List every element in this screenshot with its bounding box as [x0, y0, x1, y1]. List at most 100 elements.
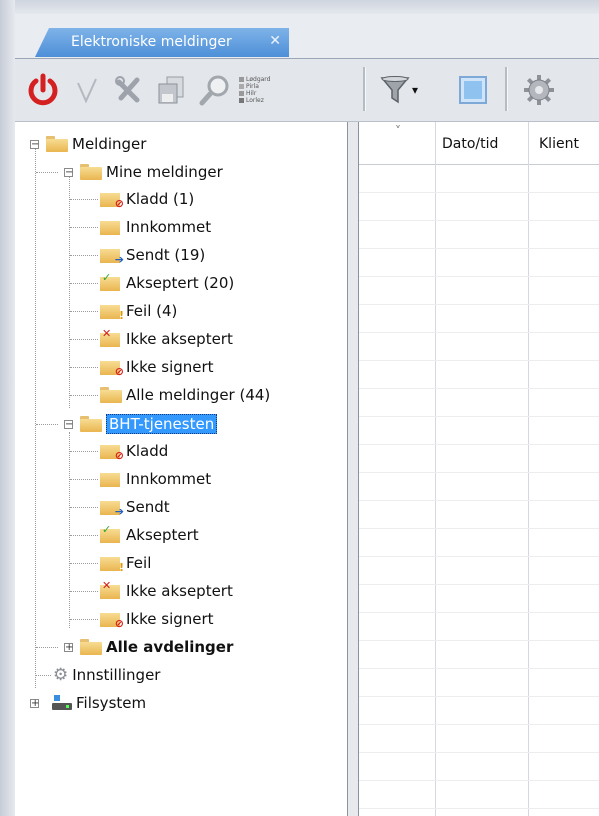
tree-node-kladd[interactable]: ⊘ Kladd: [70, 437, 168, 465]
message-grid: ˅ Dato/tid Klient: [359, 122, 599, 816]
tree-label: Feil (4): [126, 302, 178, 320]
tree-node-ikke-signert[interactable]: ⊘ Ikke signert: [70, 605, 214, 633]
tree-node-innstillinger[interactable]: ⚙ Innstillinger: [36, 661, 160, 689]
tree-node-ikke-signert[interactable]: ⊘ Ikke signert: [70, 353, 214, 381]
tree-node-bht-tjenesten[interactable]: − BHT-tjenesten: [36, 410, 218, 438]
empty-grid-row: [359, 556, 599, 557]
rejected-folder-icon: ✕: [100, 328, 122, 348]
tree-node-feil[interactable]: ! Feil: [70, 549, 152, 577]
tree-node-innkommet[interactable]: Innkommet: [70, 213, 212, 241]
pane-splitter[interactable]: [348, 122, 359, 816]
gear-icon: ⚙: [53, 665, 69, 685]
power-button[interactable]: [23, 71, 63, 109]
tree-label: Alle meldinger (44): [126, 386, 271, 404]
tree-node-kladd[interactable]: ⊘ Kladd (1): [70, 185, 194, 213]
toolbar-separator: [363, 67, 366, 111]
error-folder-icon: !: [100, 554, 124, 573]
tree-label: Akseptert: [126, 526, 199, 544]
save-icon: [158, 76, 184, 104]
tree-node-alle-meldinger[interactable]: Alle meldinger (44): [70, 381, 271, 409]
draft-folder-icon: ⊘: [100, 442, 124, 461]
empty-grid-row: [359, 304, 599, 305]
empty-grid-row: [359, 192, 599, 193]
tree-node-ikke-akseptert[interactable]: ✕ Ikke akseptert: [70, 577, 233, 605]
tree-label: Innkommet: [126, 218, 212, 236]
tree-node-innkommet[interactable]: Innkommet: [70, 465, 212, 493]
empty-grid-row: [359, 276, 599, 277]
tree-node-ikke-akseptert[interactable]: ✕ Ikke akseptert: [70, 325, 233, 353]
legend-button[interactable]: Lødgard Pirla Hilr Lorlez: [239, 71, 287, 109]
tree-label: Ikke akseptert: [126, 582, 233, 600]
tree-node-filsystem[interactable]: + Filsystem: [30, 689, 146, 717]
tree-label: Feil: [126, 554, 152, 572]
unsigned-folder-icon: ⊘: [100, 358, 124, 377]
tree-label: Ikke signert: [126, 610, 214, 628]
folder-icon: [80, 639, 102, 655]
view-button[interactable]: [453, 71, 493, 109]
tab-close-icon[interactable]: ✕: [269, 33, 281, 49]
empty-grid-row: [359, 780, 599, 781]
empty-grid-row: [359, 500, 599, 501]
toolbar: Lødgard Pirla Hilr Lorlez ▾: [15, 59, 599, 122]
legend-row: Pirla: [239, 83, 259, 90]
tree-node-akseptert[interactable]: ✓ Akseptert: [70, 521, 199, 549]
accepted-folder-icon: ✓: [100, 524, 122, 544]
tab-strip: Elektroniske meldinger ✕: [15, 14, 599, 59]
grid-header: ˅ Dato/tid Klient: [359, 122, 599, 165]
folder-icon: [46, 136, 68, 152]
expand-icon[interactable]: +: [64, 643, 73, 653]
folder-icon: [80, 164, 102, 180]
tree-label: Alle avdelinger: [106, 638, 234, 656]
column-header-klient[interactable]: Klient: [539, 136, 579, 152]
draft-folder-icon: ⊘: [100, 190, 124, 209]
empty-grid-row: [359, 752, 599, 753]
collapse-icon[interactable]: −: [64, 420, 73, 430]
sort-indicator-icon[interactable]: ˅: [395, 124, 401, 138]
tree-label: Ikke signert: [126, 358, 214, 376]
toolbar-separator: [505, 67, 508, 111]
tab-elektroniske-meldinger[interactable]: Elektroniske meldinger ✕: [35, 28, 289, 57]
reject-button[interactable]: [109, 71, 149, 109]
accept-button[interactable]: [69, 71, 105, 109]
search-client-button[interactable]: [195, 71, 235, 109]
filter-dropdown-icon[interactable]: ▾: [412, 83, 418, 97]
tree-label: Meldinger: [72, 135, 147, 153]
folder-icon: [80, 416, 102, 432]
unsigned-folder-icon: ⊘: [100, 610, 124, 629]
tree-node-sendt[interactable]: ➔ Sendt (19): [70, 241, 205, 269]
empty-grid-row: [359, 444, 599, 445]
tree-node-alle-avdelinger[interactable]: + Alle avdelinger: [36, 633, 234, 661]
tree-node-feil[interactable]: ! Feil (4): [70, 297, 178, 325]
empty-grid-row: [359, 220, 599, 221]
collapse-icon[interactable]: −: [64, 168, 73, 178]
export-button[interactable]: [151, 71, 191, 109]
settings-button[interactable]: [517, 71, 561, 109]
tree-node-meldinger[interactable]: − Meldinger: [30, 130, 146, 158]
tree-label: Akseptert (20): [126, 274, 235, 292]
tree-label: Innkommet: [126, 470, 212, 488]
tree-node-akseptert[interactable]: ✓ Akseptert (20): [70, 269, 235, 297]
expand-icon[interactable]: +: [30, 699, 39, 709]
empty-grid-row: [359, 724, 599, 725]
empty-grid-row: [359, 360, 599, 361]
empty-grid-row: [359, 584, 599, 585]
sent-folder-icon: ➔: [100, 246, 124, 265]
collapse-icon[interactable]: −: [30, 140, 39, 150]
error-folder-icon: !: [100, 302, 124, 321]
checkmark-icon: [77, 78, 97, 104]
column-divider: [528, 122, 529, 816]
tree-node-mine-meldinger[interactable]: − Mine meldinger: [36, 158, 223, 186]
column-header-dato-tid[interactable]: Dato/tid: [442, 136, 498, 152]
tree-label-selected: BHT-tjenesten: [106, 414, 218, 434]
column-divider: [435, 122, 436, 816]
folder-icon: [100, 387, 122, 403]
tree-node-sendt[interactable]: ➔ Sendt: [70, 493, 170, 521]
empty-grid-row: [359, 528, 599, 529]
tree-label: Filsystem: [76, 694, 147, 712]
window-left-edge: [0, 0, 15, 816]
rejected-folder-icon: ✕: [100, 580, 122, 600]
empty-grid-row: [359, 248, 599, 249]
tab-label: Elektroniske meldinger: [71, 34, 232, 50]
empty-grid-row: [359, 388, 599, 389]
filter-button[interactable]: ▾: [375, 71, 423, 109]
